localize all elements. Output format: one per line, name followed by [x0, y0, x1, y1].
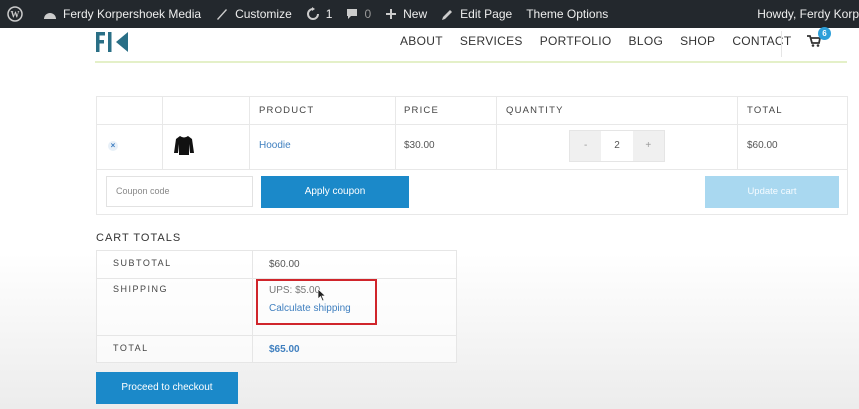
- dashboard-icon: [44, 13, 56, 19]
- comments-count: 0: [364, 7, 372, 21]
- header-divider: [95, 61, 847, 63]
- wordpress-logo-item[interactable]: W: [0, 0, 36, 28]
- row-divider: [97, 169, 847, 170]
- howdy-label: Howdy, Ferdy Korp: [757, 7, 859, 21]
- pencil-icon: [442, 9, 453, 20]
- nav-item-blog[interactable]: BLOG: [629, 34, 664, 48]
- totals-col-divider: [252, 251, 253, 362]
- nav-item-portfolio[interactable]: PORTFOLIO: [540, 34, 612, 48]
- nav-item-shop[interactable]: SHOP: [680, 34, 715, 48]
- hoodie-thumbnail[interactable]: [173, 134, 195, 156]
- cart-totals-heading: CART TOTALS: [96, 232, 182, 244]
- site-name-item[interactable]: Ferdy Korpershoek Media: [36, 0, 208, 28]
- main-nav: ABOUT SERVICES PORTFOLIO BLOG SHOP CONTA…: [400, 34, 809, 48]
- col-divider: [162, 97, 163, 169]
- customize-item[interactable]: Customize: [208, 0, 299, 28]
- site-name: Ferdy Korpershoek Media: [63, 7, 202, 21]
- line-total: $60.00: [747, 140, 778, 151]
- subtotal-label: SUBTOTAL: [113, 258, 172, 268]
- cart-table: PRODUCT PRICE QUANTITY TOTAL × Hoodie $3…: [96, 96, 848, 215]
- mouse-cursor-icon: [318, 289, 327, 302]
- shipping-highlight-annotation: [256, 279, 377, 325]
- comment-icon: [347, 9, 358, 19]
- updates-icon: [306, 7, 319, 20]
- brush-icon: [217, 9, 228, 20]
- col-divider: [496, 97, 497, 169]
- col-divider: [249, 97, 250, 169]
- subtotal-value: $60.00: [269, 259, 300, 270]
- nav-item-about[interactable]: ABOUT: [400, 34, 443, 48]
- cart-count-badge: 6: [818, 27, 831, 40]
- total-label: TOTAL: [113, 343, 149, 353]
- header-quantity: QUANTITY: [506, 105, 564, 116]
- total-value: $65.00: [269, 344, 300, 355]
- proceed-to-checkout-button[interactable]: Proceed to checkout: [96, 372, 238, 404]
- row-divider: [97, 124, 847, 125]
- update-cart-button[interactable]: Update cart: [705, 176, 839, 208]
- remove-item-button[interactable]: ×: [108, 141, 118, 151]
- nav-item-contact[interactable]: CONTACT: [732, 34, 791, 48]
- nav-divider: [781, 31, 782, 57]
- header-product: PRODUCT: [259, 105, 315, 116]
- product-price: $30.00: [404, 140, 435, 151]
- comments-item[interactable]: 0: [339, 0, 378, 28]
- updates-count: 1: [325, 7, 333, 21]
- quantity-input[interactable]: 2: [601, 131, 633, 161]
- col-divider: [395, 97, 396, 169]
- product-name-link[interactable]: Hoodie: [259, 140, 291, 151]
- qty-decrease-button[interactable]: -: [570, 131, 602, 161]
- new-label: New: [403, 7, 428, 21]
- edit-page-item[interactable]: Edit Page: [434, 0, 519, 28]
- qty-increase-button[interactable]: +: [632, 131, 664, 161]
- admin-bar: W Ferdy Korpershoek Media Customize 1 0 …: [0, 0, 859, 28]
- plus-icon: [386, 9, 397, 19]
- col-divider: [737, 97, 738, 169]
- quantity-stepper: - 2 +: [569, 130, 665, 162]
- totals-row-divider: [97, 335, 456, 336]
- svg-text:W: W: [11, 10, 20, 20]
- my-account-item[interactable]: Howdy, Ferdy Korp: [750, 0, 859, 28]
- new-item[interactable]: New: [378, 0, 434, 28]
- header-total: TOTAL: [747, 105, 783, 116]
- theme-options-item[interactable]: Theme Options: [519, 0, 615, 28]
- shipping-label: SHIPPING: [113, 284, 169, 294]
- apply-coupon-button[interactable]: Apply coupon: [261, 176, 409, 208]
- site-logo[interactable]: [96, 31, 132, 53]
- header-price: PRICE: [404, 105, 440, 116]
- coupon-code-input[interactable]: Coupon code: [106, 176, 253, 207]
- wordpress-icon: W: [7, 6, 23, 22]
- customize-label: Customize: [235, 7, 292, 21]
- updates-item[interactable]: 1: [299, 0, 340, 28]
- nav-item-services[interactable]: SERVICES: [460, 34, 523, 48]
- theme-options-label: Theme Options: [526, 7, 609, 21]
- edit-page-label: Edit Page: [460, 7, 513, 21]
